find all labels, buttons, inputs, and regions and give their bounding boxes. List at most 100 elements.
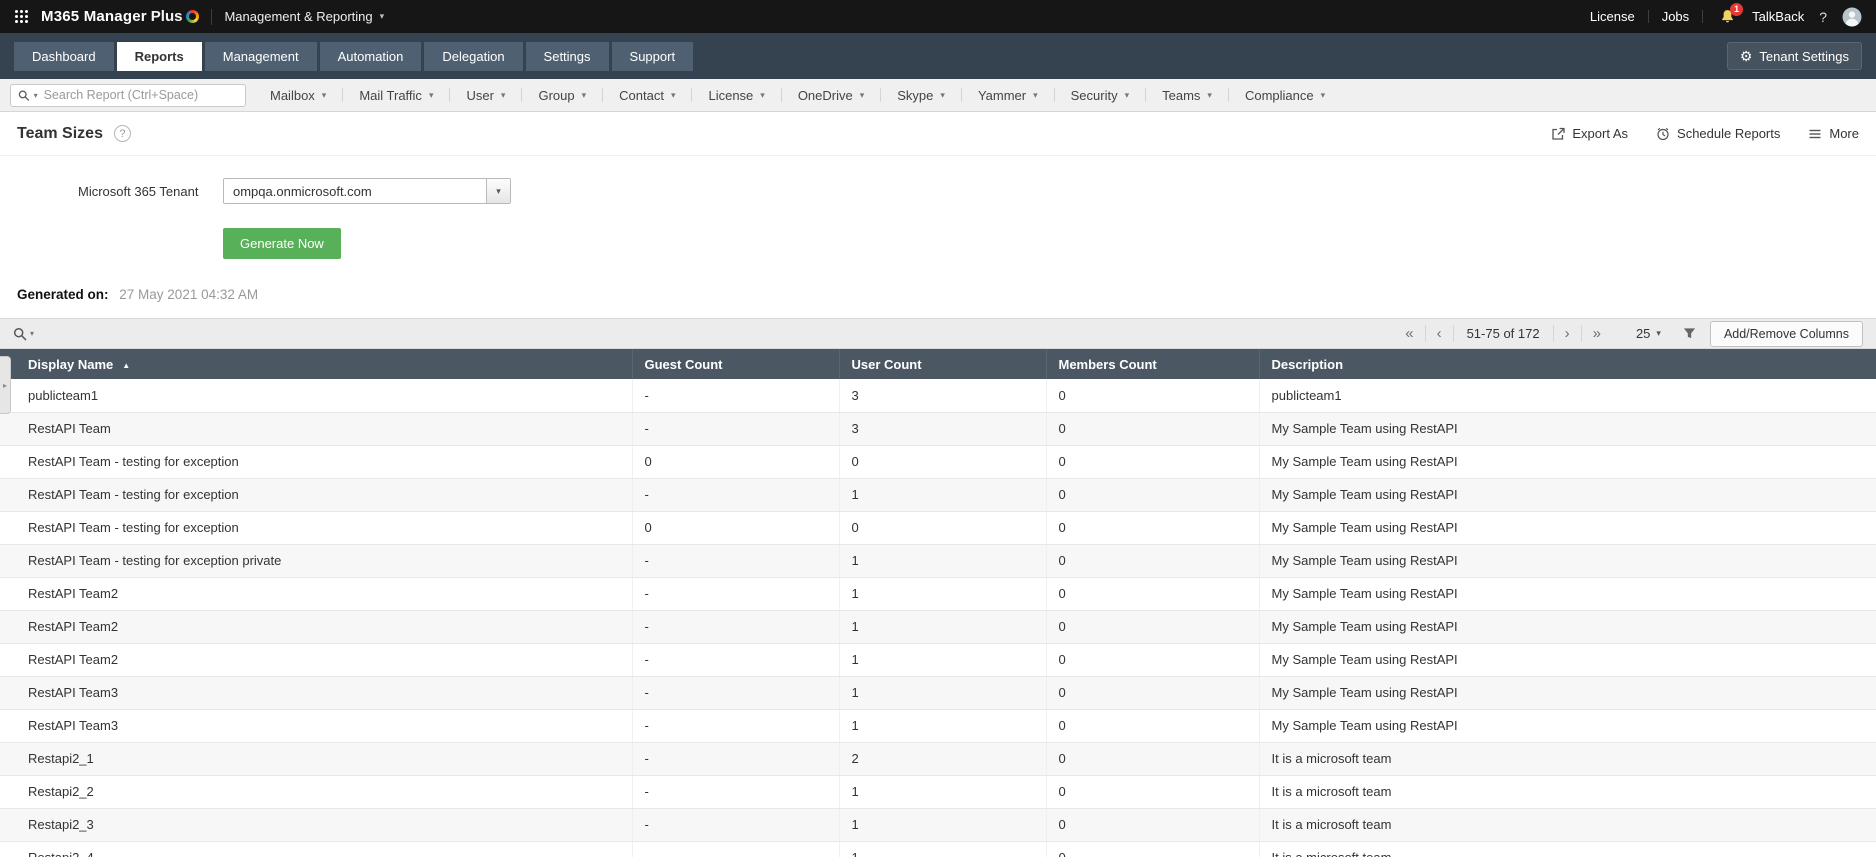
menu-security[interactable]: Security ▾ bbox=[1055, 88, 1147, 103]
table-row[interactable]: Restapi2_2-1 0 It is a microsoft team bbox=[0, 775, 1876, 809]
tab-delegation[interactable]: Delegation bbox=[424, 41, 523, 71]
table-toolbar: ▾ « ‹ 51-75 of 172 › » 25 ▾ Add/Remove C… bbox=[0, 318, 1876, 349]
tenant-select[interactable]: ompqa.onmicrosoft.com ▾ bbox=[223, 178, 511, 204]
table-row[interactable]: RestAPI Team -3 0 My Sample Team using Rest… bbox=[0, 412, 1876, 446]
user-avatar[interactable] bbox=[1842, 7, 1862, 27]
report-toolbar: ▾ Mailbox▾Mail Traffic▾User▾Group▾Contac… bbox=[0, 79, 1876, 112]
menu-contact[interactable]: Contact ▾ bbox=[603, 88, 692, 103]
app-launcher-icon[interactable] bbox=[14, 9, 29, 24]
table-cell: It is a microsoft team bbox=[1259, 742, 1876, 776]
app-logo[interactable]: M365 Manager Plus bbox=[41, 8, 200, 25]
search-icon bbox=[13, 327, 27, 341]
chevron-down-icon: ▾ bbox=[1207, 89, 1212, 100]
table-row[interactable]: Restapi2_3-1 0 It is a microsoft team bbox=[0, 808, 1876, 842]
table-cell: Restapi2_3 bbox=[0, 808, 633, 842]
chevron-down-icon: ▾ bbox=[859, 89, 865, 100]
filter-icon bbox=[1683, 328, 1696, 339]
column-header-user-count[interactable]: User Count bbox=[839, 349, 1047, 379]
tab-settings[interactable]: Settings bbox=[525, 41, 609, 71]
table-row[interactable]: RestAPI Team - testing for exception 0 0 0 M… bbox=[0, 445, 1876, 479]
last-page-button[interactable]: » bbox=[1580, 325, 1612, 342]
table-cell: 1 bbox=[839, 544, 1047, 578]
table-cell: My Sample Team using RestAPI bbox=[1259, 544, 1876, 578]
chevron-down-icon: ▾ bbox=[428, 89, 434, 100]
table-cell: My Sample Team using RestAPI bbox=[1259, 445, 1876, 479]
left-panel-toggle[interactable]: ▸ bbox=[0, 356, 11, 414]
tab-management[interactable]: Management bbox=[204, 41, 317, 71]
column-header-members-count[interactable]: Members Count bbox=[1046, 349, 1260, 379]
table-cell: 1 bbox=[839, 478, 1047, 512]
table-cell: - bbox=[632, 610, 840, 644]
next-page-button[interactable]: › bbox=[1552, 325, 1581, 342]
table-row[interactable]: Restapi2_4-10It is a microsoft team bbox=[0, 841, 1876, 857]
filter-button[interactable] bbox=[1683, 327, 1696, 340]
menu-onedrive[interactable]: OneDrive ▾ bbox=[782, 88, 881, 103]
table-row[interactable]: RestAPI Team - testing for exception 0 0 0 M… bbox=[0, 511, 1876, 545]
table-cell: 0 bbox=[1046, 808, 1260, 842]
table-cell: Restapi2_2 bbox=[0, 775, 633, 809]
add-remove-columns-button[interactable]: Add/Remove Columns bbox=[1709, 320, 1863, 347]
column-header-display-name[interactable]: Display Name ▲ bbox=[0, 349, 633, 379]
logo-accent-text: Plus bbox=[150, 8, 183, 25]
table-cell: 0 bbox=[632, 445, 840, 479]
menu-mailbox[interactable]: Mailbox ▾ bbox=[254, 88, 343, 103]
column-header-description[interactable]: Description bbox=[1259, 349, 1876, 379]
tenant-settings-label: Tenant Settings bbox=[1759, 48, 1849, 64]
table-row[interactable]: RestAPI Team2-1 0 My Sample Team using Res… bbox=[0, 577, 1876, 611]
table-row[interactable]: RestAPI Team2-1 0 My Sample Team using Res… bbox=[0, 610, 1876, 644]
menu-user[interactable]: User ▾ bbox=[450, 88, 522, 103]
table-cell: - bbox=[632, 379, 840, 413]
table-cell: 0 bbox=[1046, 577, 1260, 611]
menu-yammer[interactable]: Yammer ▾ bbox=[962, 88, 1055, 103]
table-row[interactable]: RestAPI Team3-1 0 My Sample Team using Res… bbox=[0, 676, 1876, 710]
report-help-icon[interactable]: ? bbox=[113, 125, 131, 142]
page-title: Team Sizes bbox=[17, 124, 103, 142]
table-row[interactable]: RestAPI Team - testing for exception -1 0 M… bbox=[0, 478, 1876, 512]
tenant-settings-button[interactable]: ⚙ Tenant Settings bbox=[1726, 42, 1862, 70]
module-switcher[interactable]: Management & Reporting ▾ bbox=[224, 9, 384, 24]
report-search[interactable]: ▾ bbox=[10, 83, 246, 107]
table-cell: 0 bbox=[1046, 676, 1260, 710]
table-cell: publicteam1 bbox=[1259, 379, 1876, 413]
notifications-button[interactable]: 1 bbox=[1720, 3, 1744, 24]
menu-compliance[interactable]: Compliance ▾ bbox=[1229, 88, 1325, 103]
page-size-select[interactable]: 25 ▾ bbox=[1628, 323, 1669, 344]
table-cell: - bbox=[632, 577, 840, 611]
table-row[interactable]: RestAPI Team - testing for exception pri… bbox=[0, 544, 1876, 578]
list-icon bbox=[1809, 129, 1821, 138]
table-search-button[interactable]: ▾ bbox=[13, 327, 34, 341]
search-input[interactable] bbox=[41, 87, 238, 103]
menu-mail-traffic[interactable]: Mail Traffic ▾ bbox=[343, 88, 450, 103]
table-cell: 0 bbox=[1046, 742, 1260, 776]
menu-skype[interactable]: Skype ▾ bbox=[881, 88, 962, 103]
table-row[interactable]: Restapi2_1-2 0 It is a microsoft team bbox=[0, 742, 1876, 776]
help-icon[interactable]: ? bbox=[1817, 9, 1829, 25]
menu-license[interactable]: License ▾ bbox=[692, 88, 781, 103]
export-as-button[interactable]: Export As bbox=[1551, 126, 1628, 141]
generate-now-button[interactable]: Generate Now bbox=[223, 228, 341, 259]
more-button[interactable]: More bbox=[1808, 126, 1859, 141]
prev-page-button[interactable]: ‹ bbox=[1424, 325, 1453, 342]
chevron-down-icon: ▾ bbox=[500, 89, 506, 100]
tab-dashboard[interactable]: Dashboard bbox=[14, 41, 114, 71]
license-link[interactable]: License bbox=[1590, 9, 1635, 24]
tab-automation[interactable]: Automation bbox=[319, 41, 422, 71]
schedule-reports-button[interactable]: Schedule Reports bbox=[1656, 126, 1780, 141]
menu-group[interactable]: Group ▾ bbox=[522, 88, 603, 103]
tenant-select-value: ompqa.onmicrosoft.com bbox=[233, 183, 372, 199]
chevron-down-icon: ▾ bbox=[33, 90, 38, 100]
column-header-guest-count[interactable]: Guest Count bbox=[632, 349, 840, 379]
tenant-form-row: Microsoft 365 Tenant ompqa.onmicrosoft.c… bbox=[0, 178, 1876, 204]
table-row[interactable]: RestAPI Team2-1 0 My Sample Team using Res… bbox=[0, 643, 1876, 677]
table-cell: My Sample Team using RestAPI bbox=[1259, 511, 1876, 545]
talkback-link[interactable]: TalkBack bbox=[1752, 9, 1804, 24]
table-row[interactable]: publicteam1-3 0 publicteam1 bbox=[0, 379, 1876, 413]
jobs-link[interactable]: Jobs bbox=[1662, 9, 1689, 24]
menu-teams[interactable]: Teams ▾ bbox=[1146, 88, 1229, 103]
tab-reports[interactable]: Reports bbox=[116, 41, 202, 71]
table-cell: 0 bbox=[1046, 511, 1260, 545]
table-row[interactable]: RestAPI Team3-1 0 My Sample Team using Res… bbox=[0, 709, 1876, 743]
tenant-label: Microsoft 365 Tenant bbox=[78, 183, 199, 199]
tab-support[interactable]: Support bbox=[611, 41, 694, 71]
first-page-button[interactable]: « bbox=[1394, 325, 1424, 342]
